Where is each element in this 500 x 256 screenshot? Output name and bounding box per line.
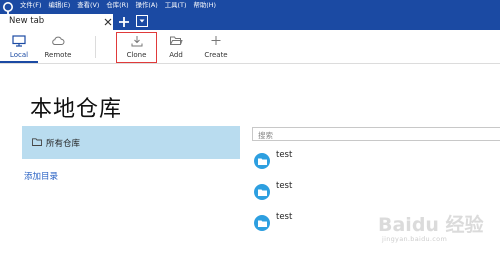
tab-list-dropdown[interactable] — [136, 15, 148, 27]
folder-icon — [32, 138, 42, 146]
repository-folder-icon — [254, 184, 270, 200]
repository-name: test — [276, 212, 293, 222]
menu-repository[interactable]: 仓库(R) — [106, 0, 128, 12]
clone-highlight-box — [116, 32, 157, 63]
add-button[interactable]: Add — [162, 30, 190, 63]
toolbar-divider — [95, 36, 96, 58]
watermark-url: jingyan.baidu.com — [382, 235, 448, 243]
create-label: Create — [204, 51, 228, 59]
menu-tools[interactable]: 工具(T) — [165, 0, 187, 12]
menu-file[interactable]: 文件(F) — [20, 0, 41, 12]
search-input[interactable]: 搜索 — [252, 127, 500, 141]
plus-icon[interactable] — [118, 16, 130, 28]
add-folder-link[interactable]: 添加目录 — [24, 170, 58, 182]
tab-new-tab[interactable]: New tab — [0, 14, 113, 30]
baidu-jingyan-watermark: Baidu 经验 jingyan.baidu.com — [360, 206, 500, 256]
tab-label: New tab — [9, 16, 45, 26]
sidebar-item-all-repositories[interactable]: 所有仓库 — [22, 126, 240, 159]
add-label: Add — [169, 51, 183, 59]
create-button[interactable]: Create — [200, 30, 232, 63]
menu-bar: 文件(F) 编辑(E) 查看(V) 仓库(R) 操作(A) 工具(T) 帮助(H… — [20, 0, 223, 12]
remote-label: Remote — [44, 51, 72, 59]
search-placeholder: 搜索 — [258, 131, 273, 140]
toolbar: Local Remote Clone Add Create — [0, 30, 500, 64]
menu-edit[interactable]: 编辑(E) — [48, 0, 70, 12]
plus-icon — [211, 36, 221, 45]
folder-open-icon — [170, 36, 183, 45]
local-label: Local — [9, 51, 29, 59]
menu-help[interactable]: 帮助(H) — [193, 0, 216, 12]
menu-view[interactable]: 查看(V) — [77, 0, 99, 12]
repository-name: test — [276, 181, 293, 191]
remote-button[interactable]: Remote — [40, 30, 76, 63]
list-item[interactable]: test — [252, 181, 452, 203]
repository-folder-icon — [254, 215, 270, 231]
repository-folder-icon — [254, 153, 270, 169]
close-icon[interactable] — [104, 18, 112, 26]
sidebar-item-label: 所有仓库 — [46, 139, 81, 149]
list-item[interactable]: test — [252, 150, 452, 172]
local-button[interactable]: Local — [0, 30, 38, 63]
page-title: 本地仓库 — [30, 97, 123, 122]
title-bar: 文件(F) 编辑(E) 查看(V) 仓库(R) 操作(A) 工具(T) 帮助(H… — [0, 0, 500, 30]
chevron-down-icon — [139, 19, 145, 23]
repository-name: test — [276, 150, 293, 160]
watermark-brand: Baidu 经验 — [378, 214, 484, 236]
monitor-icon — [12, 35, 26, 47]
cloud-icon — [52, 36, 65, 45]
menu-actions[interactable]: 操作(A) — [136, 0, 158, 12]
